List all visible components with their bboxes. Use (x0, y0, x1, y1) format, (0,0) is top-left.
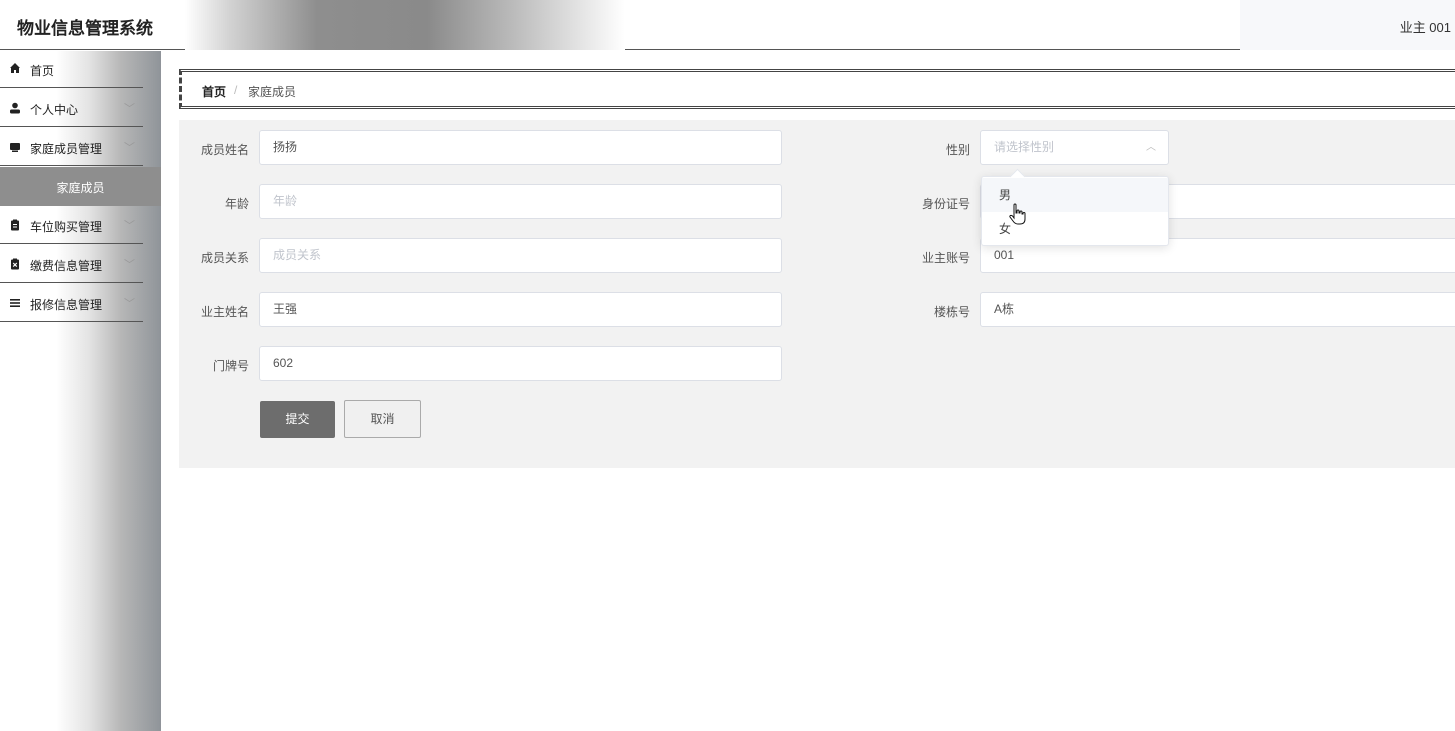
sidebar-item-label: 报修信息管理 (30, 298, 103, 312)
relation-input[interactable]: 成员关系 (259, 238, 782, 273)
sidebar-subitem-family-members[interactable]: 家庭成员 (0, 167, 161, 206)
sidebar-item-repair-management[interactable]: 报修信息管理 ﹀ (0, 284, 143, 322)
relation-label: 成员关系 (200, 251, 249, 265)
hand-cursor-icon (1009, 203, 1026, 225)
gender-label: 性别 (945, 143, 970, 157)
name-input[interactable]: 扬扬 (259, 130, 782, 165)
door-input[interactable]: 602 (259, 346, 782, 381)
clipboard-icon (11, 219, 19, 231)
breadcrumb-home[interactable]: 首页 (202, 83, 226, 100)
sidebar-item-label: 个人中心 (30, 103, 79, 117)
sidebar-item-parking-management[interactable]: 车位购买管理 ﹀ (0, 206, 143, 244)
age-label: 年龄 (224, 197, 249, 211)
home-icon (10, 63, 20, 73)
app-title: 物业信息管理系统 (17, 19, 153, 39)
chevron-up-icon: ︿ (1146, 142, 1156, 153)
breadcrumb-current: 家庭成员 (248, 85, 297, 99)
gender-select[interactable]: 请选择性别 ︿ (980, 130, 1169, 165)
breadcrumb: 首页 / 家庭成员 (179, 69, 1455, 109)
owner-account-label: 业主账号 (921, 251, 970, 265)
sidebar-subitem-label: 家庭成员 (56, 181, 105, 195)
sidebar-item-personal-center[interactable]: 个人中心 ﹀ (0, 89, 143, 127)
gender-select-placeholder: 请选择性别 (994, 140, 1055, 154)
sidebar-item-family-management[interactable]: 家庭成员管理 ﹀ (0, 128, 143, 166)
current-user[interactable]: 业主 001 (1400, 17, 1451, 36)
submit-button[interactable]: 提交 (260, 401, 335, 438)
id-card-label: 身份证号 (921, 197, 970, 211)
sidebar: 首页 个人中心 ﹀ 家庭成员管理 ﹀ 家庭成员 车位购买管理 ﹀ 缴费信息管理 … (0, 51, 161, 731)
building-input[interactable]: A栋 (980, 292, 1455, 327)
breadcrumb-separator: / (234, 83, 238, 97)
owner-name-input[interactable]: 王强 (259, 292, 782, 327)
user-icon (10, 102, 20, 114)
clipboard-x-icon (11, 258, 19, 270)
cancel-button[interactable]: 取消 (344, 400, 421, 438)
owner-name-label: 业主姓名 (200, 305, 249, 319)
sidebar-item-label: 家庭成员管理 (30, 142, 103, 156)
chevron-down-icon: ﹀ (124, 298, 135, 310)
chevron-down-icon: ﹀ (124, 142, 135, 154)
age-input[interactable]: 年龄 (259, 184, 782, 219)
building-label: 楼栋号 (933, 305, 970, 319)
door-label: 门牌号 (212, 359, 249, 373)
family-member-form: 成员姓名 扬扬 性别 请选择性别 ︿ 年龄 年龄 身份证号 成员关系 成员关系 … (179, 120, 1455, 468)
sidebar-item-label: 首页 (30, 64, 55, 78)
name-label: 成员姓名 (200, 143, 249, 157)
header-decoration (185, 0, 625, 50)
chevron-down-icon: ﹀ (124, 220, 135, 232)
card-icon (10, 143, 20, 152)
sidebar-item-home[interactable]: 首页 (0, 51, 143, 88)
sidebar-item-label: 车位购买管理 (30, 220, 103, 234)
sidebar-item-payment-management[interactable]: 缴费信息管理 ﹀ (0, 245, 143, 283)
sidebar-item-label: 缴费信息管理 (30, 259, 103, 273)
chevron-down-icon: ﹀ (124, 259, 135, 271)
chevron-down-icon: ﹀ (124, 103, 135, 115)
list-icon (10, 299, 20, 307)
top-header: 物业信息管理系统 业主 001 (0, 0, 1455, 50)
